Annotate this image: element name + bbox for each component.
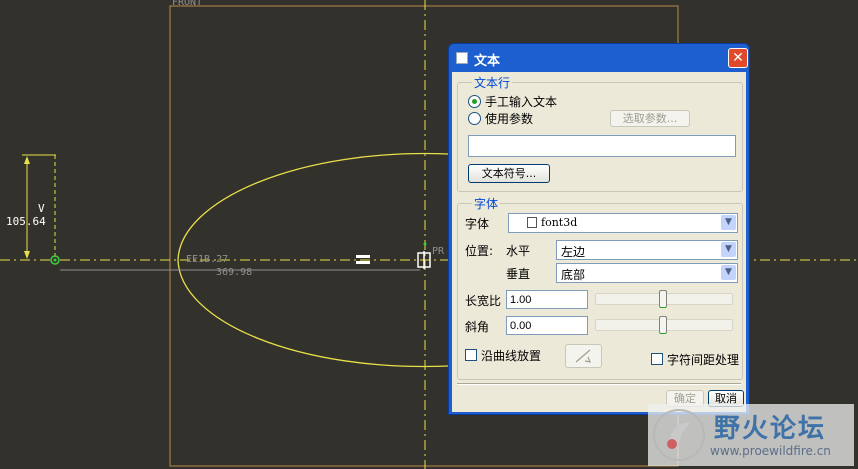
- char-spacing-label[interactable]: 字符间距处理: [667, 351, 739, 368]
- text-symbol-button[interactable]: 文本符号...: [468, 164, 550, 183]
- close-icon: ✕: [732, 50, 744, 66]
- use-param-label[interactable]: 使用参数: [485, 110, 533, 127]
- horizontal-label: 水平: [506, 244, 531, 258]
- aspect-ratio-slider[interactable]: [595, 290, 733, 308]
- front-datum-label: FRONT: [172, 0, 202, 8]
- pr-fragment-text: PR: [432, 246, 445, 257]
- aspect-ratio-label: 长宽比: [465, 294, 502, 308]
- aspect-ratio-input[interactable]: [506, 290, 588, 309]
- vertical-label: 垂直: [506, 267, 531, 281]
- horizontal-value: 左边: [561, 245, 586, 259]
- dim-h-value[interactable]: 369.98: [216, 267, 252, 278]
- watermark-url: www.proewildfire.cn: [710, 444, 831, 458]
- font-label: 字体: [465, 217, 490, 231]
- dialog-titlebar[interactable]: 文本 ✕: [449, 44, 749, 72]
- equal-constraint-icon: [356, 255, 370, 258]
- char-spacing-checkbox[interactable]: [651, 353, 663, 365]
- font-file-icon: [527, 217, 537, 228]
- slant-label: 斜角: [465, 320, 490, 334]
- text-line-group: 文本行 手工输入文本 使用参数 选取参数... 文本符号...: [457, 74, 743, 192]
- along-curve-checkbox[interactable]: [465, 349, 477, 361]
- text-line-group-title: 文本行: [472, 74, 513, 91]
- font-group: 字体 字体 font3d ▼ 位置: 水平 左边 ▼ 垂直 底部 ▼ 长宽比 1…: [457, 195, 743, 380]
- vertical-dropdown-arrow-icon[interactable]: ▼: [721, 265, 736, 280]
- dim-v-arrow-top: [24, 156, 30, 164]
- font-group-title: 字体: [472, 195, 501, 212]
- bottom-separator: [457, 383, 741, 385]
- dim-v-arrow-bottom: [24, 251, 30, 259]
- vertical-value: 底部: [561, 268, 586, 282]
- dialog-title: 文本: [474, 54, 501, 69]
- slant-slider-thumb[interactable]: [659, 316, 667, 334]
- dim-h-fragment-text: EE1B.27: [186, 254, 228, 265]
- select-param-button[interactable]: 选取参数...: [610, 110, 690, 127]
- font-dropdown-arrow-icon[interactable]: ▼: [721, 215, 736, 230]
- font-value: font3d: [541, 216, 578, 229]
- close-button[interactable]: ✕: [728, 48, 748, 68]
- aspect-ratio-slider-thumb[interactable]: [659, 290, 667, 308]
- horizontal-select[interactable]: 左边 ▼: [556, 240, 738, 260]
- sketch-point-center: [53, 258, 57, 262]
- manual-text-radio[interactable]: [468, 95, 481, 108]
- horizontal-dropdown-arrow-icon[interactable]: ▼: [721, 242, 736, 257]
- dialog-app-icon: [456, 52, 468, 64]
- dim-v-label[interactable]: V: [38, 202, 45, 215]
- text-dialog: 文本 ✕ 文本行 手工输入文本 使用参数 选取参数... 文本符号... 字体 …: [448, 43, 750, 415]
- manual-text-label[interactable]: 手工输入文本: [485, 93, 557, 110]
- slant-slider[interactable]: [595, 316, 733, 334]
- along-curve-label[interactable]: 沿曲线放置: [481, 347, 541, 364]
- flip-direction-button[interactable]: [565, 344, 602, 368]
- position-label: 位置:: [465, 244, 494, 258]
- slant-input[interactable]: [506, 316, 588, 335]
- watermark-title: 野火论坛: [714, 414, 827, 444]
- dim-v-value[interactable]: 105.64: [6, 215, 46, 228]
- use-param-radio[interactable]: [468, 112, 481, 125]
- vertical-select[interactable]: 底部 ▼: [556, 263, 738, 283]
- origin-green-point: [423, 242, 427, 246]
- dialog-client: 文本行 手工输入文本 使用参数 选取参数... 文本符号... 字体 字体 fo…: [452, 72, 746, 412]
- forum-watermark: 野火论坛 www.proewildfire.cn: [648, 404, 854, 466]
- forum-logo-icon: [653, 409, 705, 461]
- text-input[interactable]: [468, 135, 736, 157]
- flip-direction-icon: [575, 349, 591, 363]
- equal-constraint-icon-2: [356, 261, 370, 264]
- font-select[interactable]: font3d ▼: [508, 213, 738, 233]
